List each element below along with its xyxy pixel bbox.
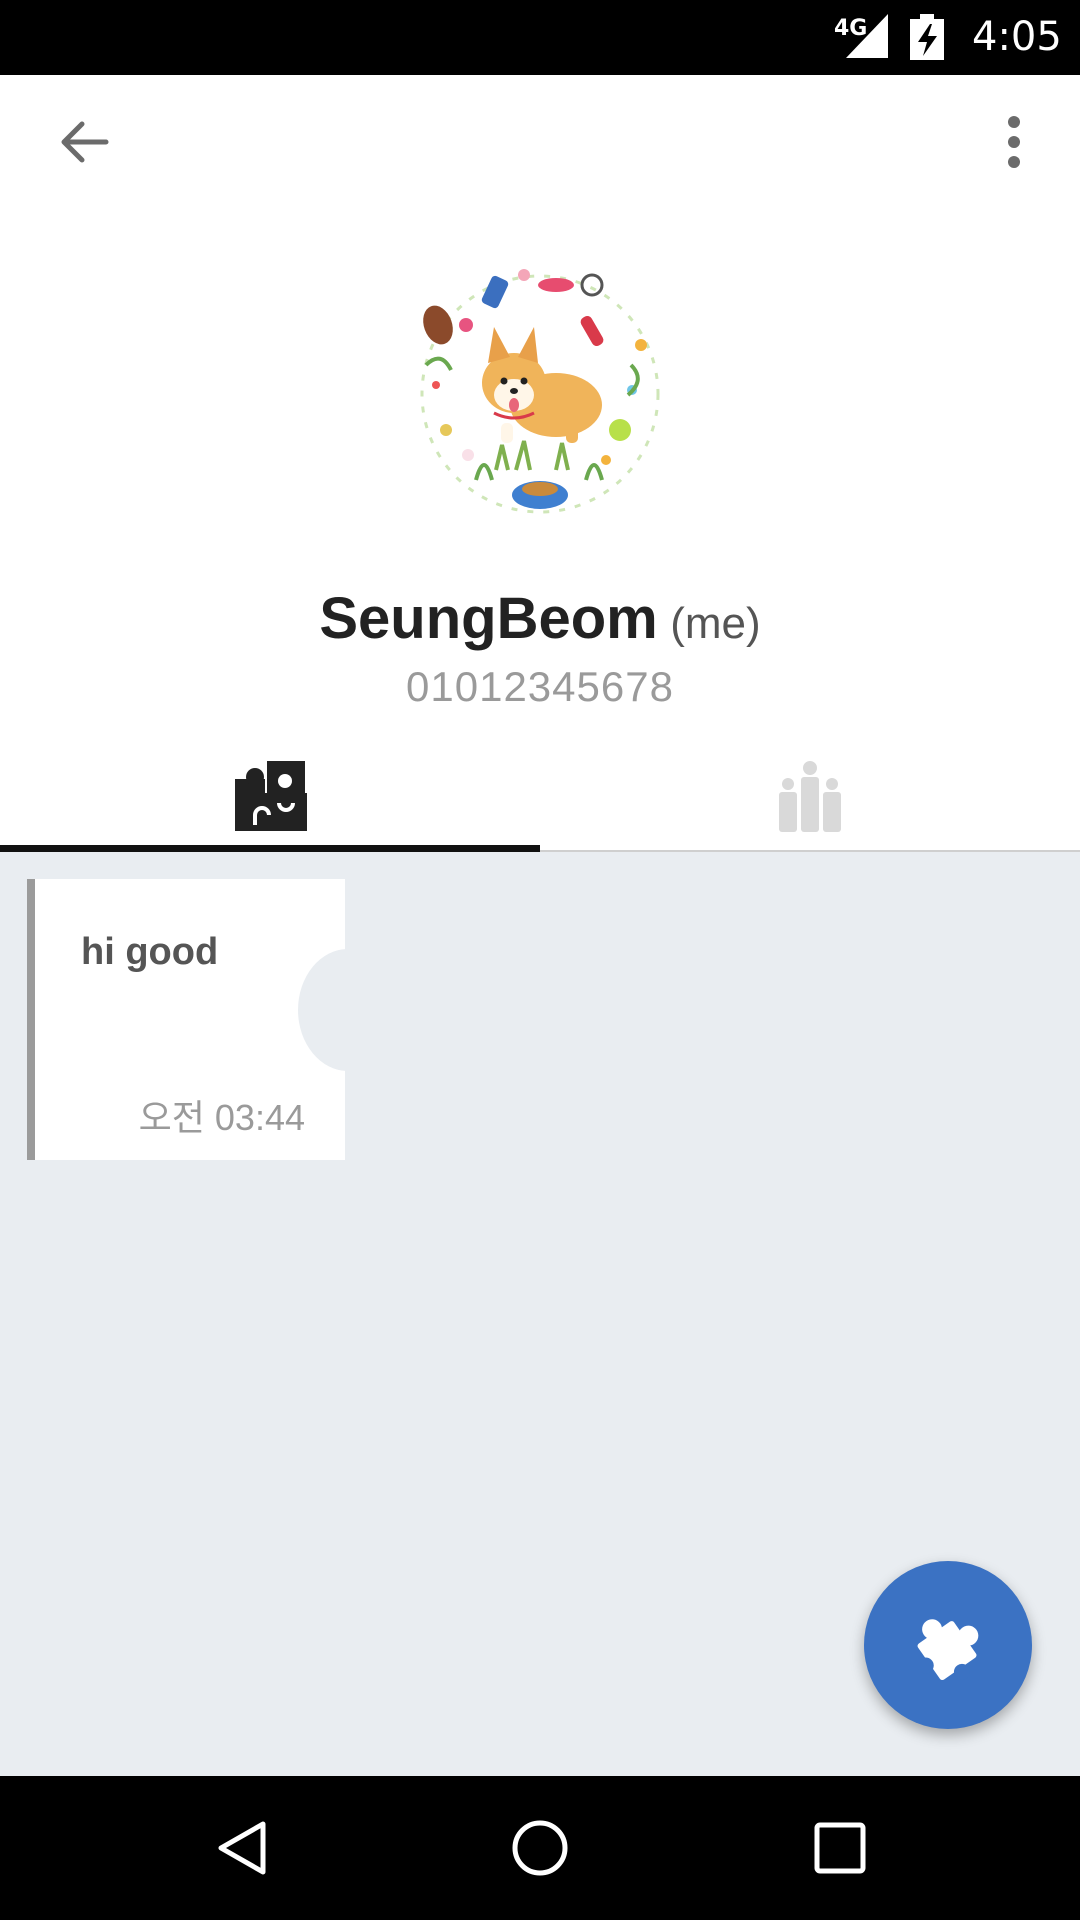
message-time: 오전 03:44: [138, 1097, 305, 1138]
profile-name: SeungBeom: [319, 586, 658, 651]
circle-home-icon: [512, 1820, 568, 1876]
people-group-icon: [779, 761, 841, 832]
profile-name-row: SeungBeom (me): [0, 585, 1080, 652]
puzzle-piece-icon: [917, 1619, 979, 1681]
nav-recents-button[interactable]: [785, 1796, 895, 1900]
signal-icon: [846, 14, 888, 58]
tab-puzzle[interactable]: [0, 740, 540, 852]
battery-charging-icon: [910, 14, 944, 60]
puzzle-icon: [235, 761, 307, 831]
nav-home-button[interactable]: [485, 1796, 595, 1900]
navigation-bar: [0, 1776, 1080, 1920]
back-button[interactable]: [44, 102, 124, 182]
triangle-back-icon: [218, 1821, 266, 1875]
message-text: hi good: [81, 931, 219, 973]
more-options-button[interactable]: [974, 102, 1054, 182]
corgi-illustration: [420, 269, 660, 514]
card-notch: [298, 949, 345, 1071]
me-label: (me): [670, 599, 761, 648]
new-puzzle-button[interactable]: [864, 1561, 1032, 1729]
avatar[interactable]: [406, 255, 674, 533]
tab-people[interactable]: [540, 740, 1080, 852]
square-recents-icon: [814, 1822, 866, 1874]
message-card[interactable]: hi good 오전 03:44: [27, 879, 345, 1160]
nav-back-button[interactable]: [186, 1796, 296, 1900]
tab-indicator: [0, 845, 540, 852]
arrow-left-icon: [61, 121, 109, 163]
status-bar: 4G 4:05: [0, 0, 1080, 75]
tab-bar: [0, 740, 1080, 852]
more-vertical-icon: [1008, 116, 1020, 168]
clock: 4:05: [972, 14, 1062, 60]
profile-phone: 01012345678: [406, 663, 674, 710]
